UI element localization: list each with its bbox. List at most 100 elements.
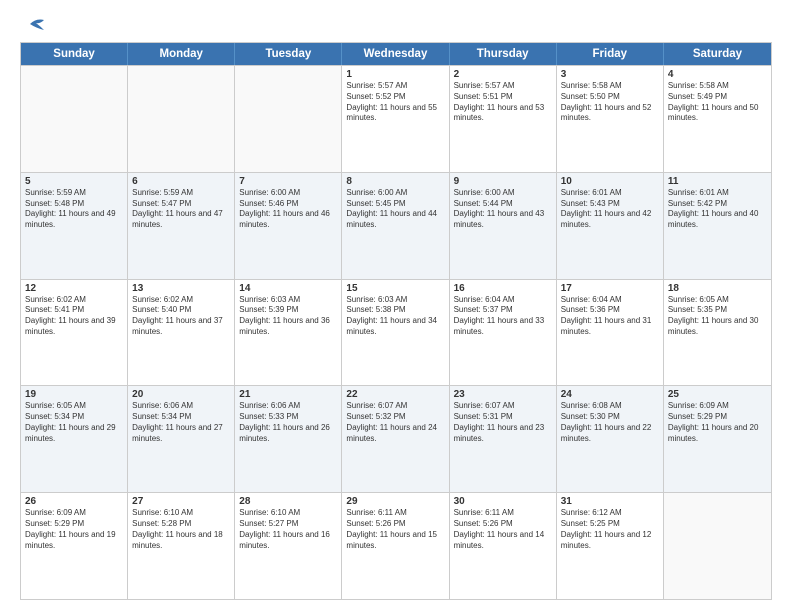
day-number: 20	[132, 389, 230, 400]
cell-info: Sunrise: 6:02 AMSunset: 5:40 PMDaylight:…	[132, 295, 230, 338]
day-number: 4	[668, 69, 767, 80]
day-number: 11	[668, 176, 767, 187]
page: SundayMondayTuesdayWednesdayThursdayFrid…	[0, 0, 792, 612]
cell-info: Sunrise: 5:59 AMSunset: 5:47 PMDaylight:…	[132, 188, 230, 231]
calendar-cell: 7Sunrise: 6:00 AMSunset: 5:46 PMDaylight…	[235, 173, 342, 279]
calendar-cell: 14Sunrise: 6:03 AMSunset: 5:39 PMDayligh…	[235, 280, 342, 386]
calendar-cell: 20Sunrise: 6:06 AMSunset: 5:34 PMDayligh…	[128, 386, 235, 492]
cell-info: Sunrise: 6:07 AMSunset: 5:32 PMDaylight:…	[346, 401, 444, 444]
calendar-cell: 17Sunrise: 6:04 AMSunset: 5:36 PMDayligh…	[557, 280, 664, 386]
calendar-cell: 30Sunrise: 6:11 AMSunset: 5:26 PMDayligh…	[450, 493, 557, 599]
calendar-cell	[235, 66, 342, 172]
cell-info: Sunrise: 5:59 AMSunset: 5:48 PMDaylight:…	[25, 188, 123, 231]
cell-info: Sunrise: 5:57 AMSunset: 5:52 PMDaylight:…	[346, 81, 444, 124]
calendar-cell	[128, 66, 235, 172]
day-number: 6	[132, 176, 230, 187]
calendar-cell: 11Sunrise: 6:01 AMSunset: 5:42 PMDayligh…	[664, 173, 771, 279]
day-number: 19	[25, 389, 123, 400]
calendar-cell: 19Sunrise: 6:05 AMSunset: 5:34 PMDayligh…	[21, 386, 128, 492]
day-number: 16	[454, 283, 552, 294]
cell-info: Sunrise: 6:04 AMSunset: 5:36 PMDaylight:…	[561, 295, 659, 338]
cell-info: Sunrise: 6:10 AMSunset: 5:27 PMDaylight:…	[239, 508, 337, 551]
cell-info: Sunrise: 6:11 AMSunset: 5:26 PMDaylight:…	[454, 508, 552, 551]
calendar-cell: 25Sunrise: 6:09 AMSunset: 5:29 PMDayligh…	[664, 386, 771, 492]
cell-info: Sunrise: 6:08 AMSunset: 5:30 PMDaylight:…	[561, 401, 659, 444]
calendar-body: 1Sunrise: 5:57 AMSunset: 5:52 PMDaylight…	[21, 65, 771, 599]
day-number: 31	[561, 496, 659, 507]
logo	[20, 16, 44, 32]
cell-info: Sunrise: 6:06 AMSunset: 5:33 PMDaylight:…	[239, 401, 337, 444]
cell-info: Sunrise: 6:07 AMSunset: 5:31 PMDaylight:…	[454, 401, 552, 444]
day-number: 8	[346, 176, 444, 187]
cell-info: Sunrise: 6:01 AMSunset: 5:43 PMDaylight:…	[561, 188, 659, 231]
day-number: 12	[25, 283, 123, 294]
weekday-header-friday: Friday	[557, 43, 664, 65]
cell-info: Sunrise: 6:04 AMSunset: 5:37 PMDaylight:…	[454, 295, 552, 338]
calendar-cell: 29Sunrise: 6:11 AMSunset: 5:26 PMDayligh…	[342, 493, 449, 599]
day-number: 10	[561, 176, 659, 187]
day-number: 25	[668, 389, 767, 400]
cell-info: Sunrise: 6:02 AMSunset: 5:41 PMDaylight:…	[25, 295, 123, 338]
day-number: 22	[346, 389, 444, 400]
cell-info: Sunrise: 6:00 AMSunset: 5:45 PMDaylight:…	[346, 188, 444, 231]
cell-info: Sunrise: 6:00 AMSunset: 5:44 PMDaylight:…	[454, 188, 552, 231]
cell-info: Sunrise: 6:11 AMSunset: 5:26 PMDaylight:…	[346, 508, 444, 551]
cell-info: Sunrise: 6:06 AMSunset: 5:34 PMDaylight:…	[132, 401, 230, 444]
day-number: 27	[132, 496, 230, 507]
calendar-week-4: 19Sunrise: 6:05 AMSunset: 5:34 PMDayligh…	[21, 385, 771, 492]
weekday-header-sunday: Sunday	[21, 43, 128, 65]
day-number: 15	[346, 283, 444, 294]
calendar: SundayMondayTuesdayWednesdayThursdayFrid…	[20, 42, 772, 600]
calendar-header: SundayMondayTuesdayWednesdayThursdayFrid…	[21, 43, 771, 65]
calendar-cell: 22Sunrise: 6:07 AMSunset: 5:32 PMDayligh…	[342, 386, 449, 492]
calendar-cell: 26Sunrise: 6:09 AMSunset: 5:29 PMDayligh…	[21, 493, 128, 599]
day-number: 1	[346, 69, 444, 80]
calendar-cell: 4Sunrise: 5:58 AMSunset: 5:49 PMDaylight…	[664, 66, 771, 172]
calendar-cell: 28Sunrise: 6:10 AMSunset: 5:27 PMDayligh…	[235, 493, 342, 599]
cell-info: Sunrise: 6:09 AMSunset: 5:29 PMDaylight:…	[668, 401, 767, 444]
day-number: 3	[561, 69, 659, 80]
cell-info: Sunrise: 6:01 AMSunset: 5:42 PMDaylight:…	[668, 188, 767, 231]
cell-info: Sunrise: 5:58 AMSunset: 5:50 PMDaylight:…	[561, 81, 659, 124]
calendar-cell: 3Sunrise: 5:58 AMSunset: 5:50 PMDaylight…	[557, 66, 664, 172]
calendar-week-2: 5Sunrise: 5:59 AMSunset: 5:48 PMDaylight…	[21, 172, 771, 279]
calendar-cell: 5Sunrise: 5:59 AMSunset: 5:48 PMDaylight…	[21, 173, 128, 279]
calendar-cell: 21Sunrise: 6:06 AMSunset: 5:33 PMDayligh…	[235, 386, 342, 492]
cell-info: Sunrise: 5:57 AMSunset: 5:51 PMDaylight:…	[454, 81, 552, 124]
day-number: 14	[239, 283, 337, 294]
cell-info: Sunrise: 5:58 AMSunset: 5:49 PMDaylight:…	[668, 81, 767, 124]
cell-info: Sunrise: 6:03 AMSunset: 5:39 PMDaylight:…	[239, 295, 337, 338]
calendar-cell: 13Sunrise: 6:02 AMSunset: 5:40 PMDayligh…	[128, 280, 235, 386]
cell-info: Sunrise: 6:05 AMSunset: 5:34 PMDaylight:…	[25, 401, 123, 444]
calendar-cell: 12Sunrise: 6:02 AMSunset: 5:41 PMDayligh…	[21, 280, 128, 386]
weekday-header-thursday: Thursday	[450, 43, 557, 65]
calendar-cell: 27Sunrise: 6:10 AMSunset: 5:28 PMDayligh…	[128, 493, 235, 599]
calendar-week-5: 26Sunrise: 6:09 AMSunset: 5:29 PMDayligh…	[21, 492, 771, 599]
day-number: 26	[25, 496, 123, 507]
day-number: 24	[561, 389, 659, 400]
calendar-cell: 6Sunrise: 5:59 AMSunset: 5:47 PMDaylight…	[128, 173, 235, 279]
calendar-cell: 8Sunrise: 6:00 AMSunset: 5:45 PMDaylight…	[342, 173, 449, 279]
cell-info: Sunrise: 6:00 AMSunset: 5:46 PMDaylight:…	[239, 188, 337, 231]
weekday-header-saturday: Saturday	[664, 43, 771, 65]
calendar-cell: 2Sunrise: 5:57 AMSunset: 5:51 PMDaylight…	[450, 66, 557, 172]
day-number: 7	[239, 176, 337, 187]
day-number: 5	[25, 176, 123, 187]
day-number: 13	[132, 283, 230, 294]
day-number: 23	[454, 389, 552, 400]
calendar-cell: 23Sunrise: 6:07 AMSunset: 5:31 PMDayligh…	[450, 386, 557, 492]
calendar-week-1: 1Sunrise: 5:57 AMSunset: 5:52 PMDaylight…	[21, 65, 771, 172]
logo-bird-icon	[22, 16, 44, 32]
day-number: 2	[454, 69, 552, 80]
calendar-cell: 18Sunrise: 6:05 AMSunset: 5:35 PMDayligh…	[664, 280, 771, 386]
day-number: 30	[454, 496, 552, 507]
calendar-week-3: 12Sunrise: 6:02 AMSunset: 5:41 PMDayligh…	[21, 279, 771, 386]
weekday-header-tuesday: Tuesday	[235, 43, 342, 65]
day-number: 28	[239, 496, 337, 507]
calendar-cell: 16Sunrise: 6:04 AMSunset: 5:37 PMDayligh…	[450, 280, 557, 386]
calendar-cell: 31Sunrise: 6:12 AMSunset: 5:25 PMDayligh…	[557, 493, 664, 599]
calendar-cell: 15Sunrise: 6:03 AMSunset: 5:38 PMDayligh…	[342, 280, 449, 386]
calendar-cell: 1Sunrise: 5:57 AMSunset: 5:52 PMDaylight…	[342, 66, 449, 172]
weekday-header-wednesday: Wednesday	[342, 43, 449, 65]
cell-info: Sunrise: 6:12 AMSunset: 5:25 PMDaylight:…	[561, 508, 659, 551]
